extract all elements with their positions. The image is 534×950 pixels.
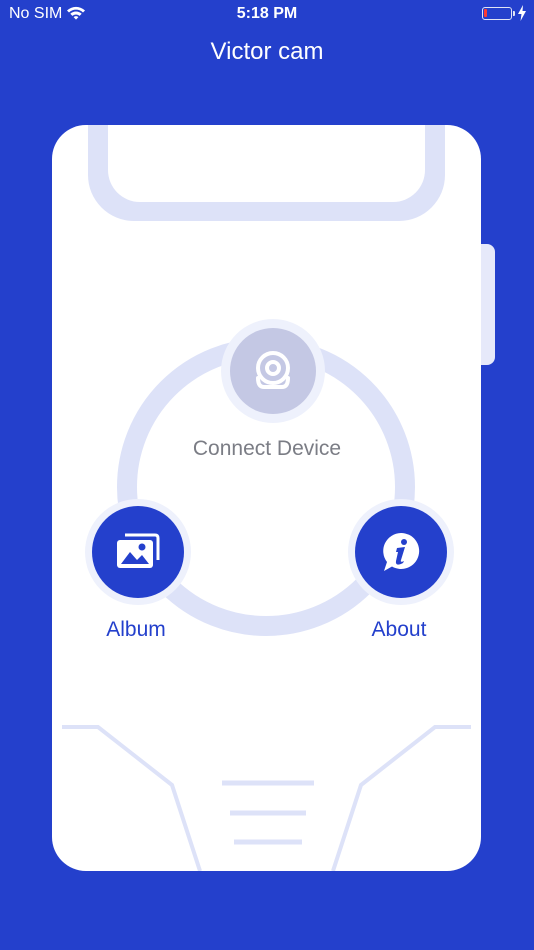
status-bar: No SIM 5:18 PM (0, 0, 534, 28)
album-button[interactable] (92, 506, 184, 598)
battery-cap (513, 11, 515, 16)
device-side-button (481, 244, 495, 365)
picture-icon (117, 533, 160, 568)
about-button[interactable] (355, 506, 447, 598)
album-label: Album (106, 618, 166, 641)
camera-icon (256, 351, 290, 389)
device-card: Connect Device Album About (52, 125, 481, 871)
charging-bolt-icon (518, 5, 526, 21)
info-icon (383, 532, 420, 571)
battery-icon (482, 7, 512, 20)
device-notch (88, 125, 445, 221)
connect-device-label: Connect Device (192, 437, 342, 460)
connect-device-button[interactable] (230, 328, 316, 414)
about-label: About (371, 618, 427, 641)
page-title: Victor cam (210, 38, 324, 65)
clock: 5:18 PM (236, 5, 298, 22)
device-bottom-decoration (62, 725, 471, 871)
